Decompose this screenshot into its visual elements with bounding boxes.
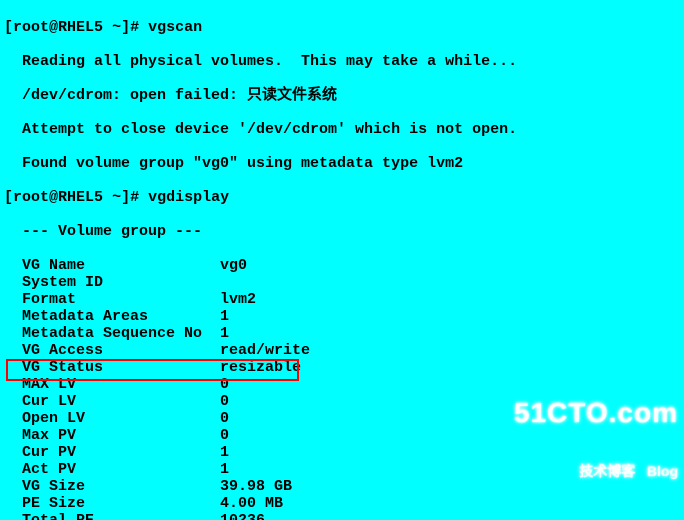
vgscan-output-line: Found volume group "vg0" using metadata … <box>4 155 680 172</box>
vgscan-output-line: /dev/cdrom: open failed: 只读文件系统 <box>4 87 680 104</box>
vgdisplay-row: Act PV 1 <box>4 461 680 478</box>
vgdisplay-row: Total PE 10236 <box>4 512 680 520</box>
vgdisplay-row: Cur PV 1 <box>4 444 680 461</box>
prompt-line-vgdisplay: [root@RHEL5 ~]# vgdisplay <box>4 189 680 206</box>
vgdisplay-row: VG Name vg0 <box>4 257 680 274</box>
prompt-char: # <box>130 189 139 206</box>
vgdisplay-row: System ID <box>4 274 680 291</box>
vgdisplay-header: --- Volume group --- <box>4 223 680 240</box>
prompt-host: RHEL5 <box>58 189 103 206</box>
vgdisplay-row: Format lvm2 <box>4 291 680 308</box>
vgdisplay-row: Cur LV 0 <box>4 393 680 410</box>
vgdisplay-row: Max PV 0 <box>4 427 680 444</box>
vgdisplay-row: VG Size 39.98 GB <box>4 478 680 495</box>
vgdisplay-row: PE Size 4.00 MB <box>4 495 680 512</box>
command-vgscan: vgscan <box>148 19 202 36</box>
vgdisplay-row: MAX LV 0 <box>4 376 680 393</box>
prompt-host: RHEL5 <box>58 19 103 36</box>
vgdisplay-row: Metadata Sequence No 1 <box>4 325 680 342</box>
prompt-char: # <box>130 19 139 36</box>
prompt-line-vgscan: [root@RHEL5 ~]# vgscan <box>4 19 680 36</box>
prompt-dir: ~ <box>112 19 121 36</box>
vgscan-output-line: Reading all physical volumes. This may t… <box>4 53 680 70</box>
prompt-dir: ~ <box>112 189 121 206</box>
vgdisplay-row: Metadata Areas 1 <box>4 308 680 325</box>
prompt-user: root <box>13 189 49 206</box>
prompt-prefix: [ <box>4 19 13 36</box>
prompt-user: root <box>13 19 49 36</box>
vgdisplay-row: VG Status resizable <box>4 359 680 376</box>
vgdisplay-row: VG Access read/write <box>4 342 680 359</box>
vgdisplay-rows: VG Name vg0 System ID Format lvm2 Metada… <box>4 257 680 520</box>
vgscan-output-line: Attempt to close device '/dev/cdrom' whi… <box>4 121 680 138</box>
terminal-window[interactable]: [root@RHEL5 ~]# vgscan Reading all physi… <box>0 0 684 520</box>
vgdisplay-row: Open LV 0 <box>4 410 680 427</box>
prompt-prefix: [ <box>4 189 13 206</box>
command-vgdisplay: vgdisplay <box>148 189 229 206</box>
